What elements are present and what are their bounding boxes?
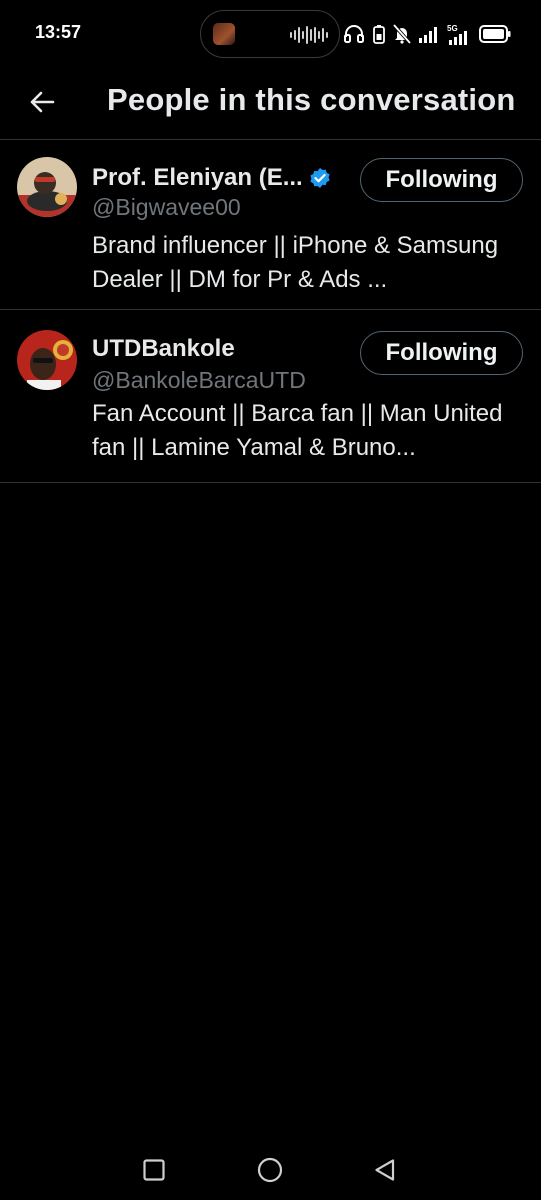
- system-back-button[interactable]: [367, 1152, 403, 1188]
- media-thumbnail: [213, 23, 235, 45]
- back-triangle-icon: [375, 1159, 395, 1181]
- dynamic-island[interactable]: [200, 10, 340, 58]
- home-circle-icon: [257, 1157, 283, 1183]
- user-handle: @BankoleBarcaUTD: [92, 367, 306, 393]
- back-button[interactable]: [22, 82, 62, 122]
- signal-5g-icon: 5G: [447, 24, 467, 45]
- verified-badge-icon: [310, 168, 330, 188]
- following-button[interactable]: Following: [360, 331, 523, 375]
- audio-wave-icon: [290, 26, 328, 44]
- network-label: 5G: [447, 24, 458, 33]
- name-line: UTDBankole: [92, 335, 235, 363]
- user-bio: Brand influencer || iPhone & Samsung Dea…: [92, 232, 499, 293]
- user-row[interactable]: UTDBankole @BankoleBarcaUTD Fan Account …: [0, 310, 541, 483]
- headphones-icon: [344, 25, 364, 43]
- battery-icon: [479, 25, 511, 43]
- arrow-left-icon: [30, 91, 55, 113]
- recents-square-icon: [143, 1159, 165, 1181]
- user-handle: @Bigwavee00: [92, 194, 241, 220]
- name-line: Prof. Eleniyan (E...: [92, 164, 331, 192]
- bell-off-icon: [393, 24, 411, 44]
- display-name: Prof. Eleniyan (E...: [92, 164, 303, 191]
- status-time: 13:57: [35, 22, 82, 42]
- home-button[interactable]: [252, 1152, 288, 1188]
- user-row[interactable]: Prof. Eleniyan (E... @Bigwavee00 Brand i…: [0, 140, 541, 310]
- display-name: UTDBankole: [92, 335, 235, 362]
- battery-saver-icon: [373, 25, 385, 44]
- system-nav-bar: [0, 1140, 541, 1200]
- status-icons: 5G: [343, 20, 511, 48]
- recents-button[interactable]: [136, 1152, 172, 1188]
- avatar-image: [17, 330, 77, 390]
- avatar-image: [17, 157, 77, 217]
- following-button[interactable]: Following: [360, 158, 523, 202]
- page-title: People in this conversation: [107, 82, 516, 117]
- header: People in this conversation: [0, 68, 541, 140]
- avatar[interactable]: [17, 157, 77, 217]
- signal-icon: [419, 27, 437, 43]
- avatar[interactable]: [17, 330, 77, 390]
- status-bar: 13:57 5G: [0, 0, 541, 68]
- user-bio: Fan Account || Barca fan || Man United f…: [92, 400, 503, 461]
